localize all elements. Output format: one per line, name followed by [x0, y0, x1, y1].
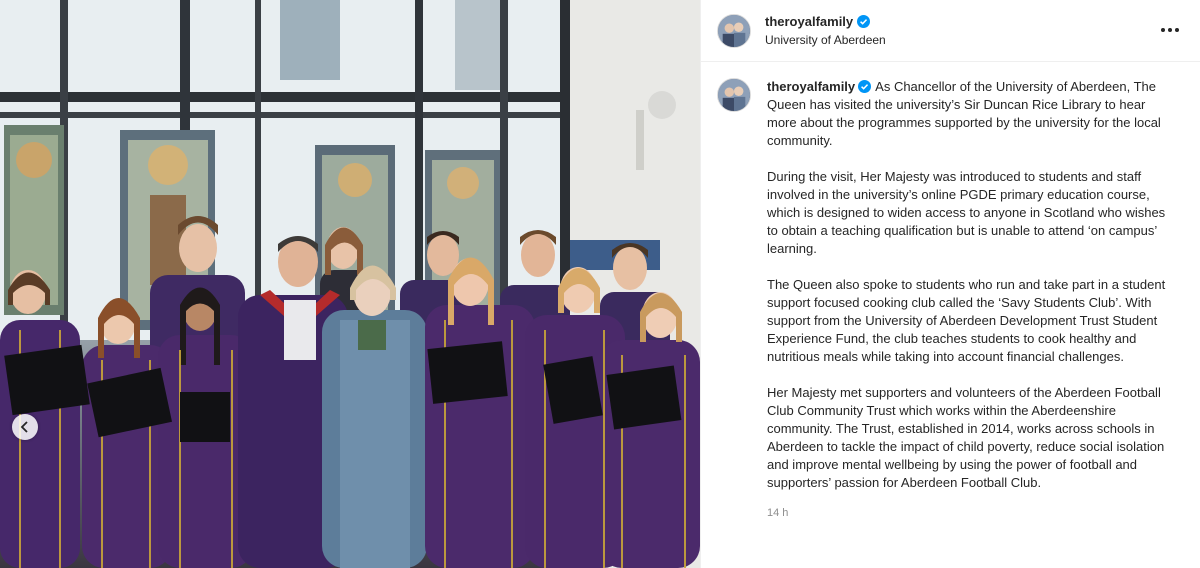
post-timestamp[interactable]: 14 h: [767, 504, 1172, 522]
caption-username-link[interactable]: theroyalfamily: [767, 79, 855, 94]
verified-badge-icon: [858, 80, 872, 93]
caption-paragraph: Her Majesty met supporters and volunteer…: [767, 385, 1165, 490]
post-photo[interactable]: [0, 0, 700, 568]
avatar[interactable]: [717, 13, 751, 48]
verified-badge-icon: [857, 15, 871, 28]
caption-text: theroyalfamily As Chancellor of the Unive…: [767, 78, 1172, 522]
post-details-panel: theroyalfamily University of Aberdeen th…: [700, 0, 1200, 568]
profile-picture: [718, 14, 750, 47]
profile-picture: [718, 79, 750, 111]
more-options-button[interactable]: [1158, 20, 1182, 40]
previous-image-button[interactable]: [12, 414, 38, 440]
caption-section: theroyalfamily As Chancellor of the Unive…: [701, 62, 1200, 522]
chevron-left-icon: [20, 421, 28, 433]
caption-paragraph: The Queen also spoke to students who run…: [767, 277, 1166, 364]
location-link[interactable]: University of Aberdeen: [765, 33, 886, 47]
post-header: theroyalfamily University of Aberdeen: [701, 0, 1200, 62]
more-options-icon: [1161, 28, 1165, 32]
username-link[interactable]: theroyalfamily: [765, 14, 853, 29]
caption-paragraph: During the visit, Her Majesty was introd…: [767, 169, 1166, 256]
group-photo-illustration: [0, 0, 700, 568]
caption-avatar[interactable]: [717, 78, 751, 112]
